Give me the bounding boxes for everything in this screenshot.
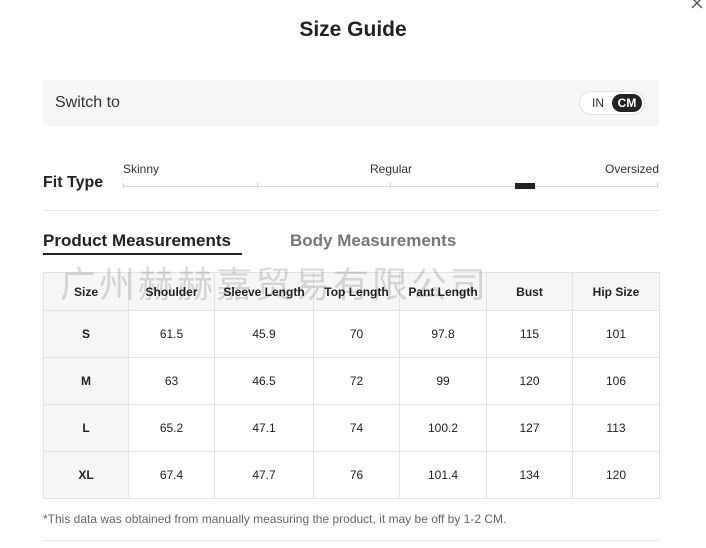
size-table: Size Shoulder Sleeve Length Top Length P… (43, 272, 660, 499)
table-cell: 115 (486, 310, 573, 358)
unit-in-option[interactable]: IN (585, 94, 611, 112)
footer-divider (43, 540, 659, 541)
fit-oversized-label: Oversized (605, 162, 660, 176)
table-cell: 74 (313, 404, 400, 452)
table-cell: 63 (128, 357, 215, 405)
unit-cm-option[interactable]: CM (612, 94, 642, 112)
table-cell: 99 (399, 357, 487, 405)
fit-position-marker (515, 183, 535, 189)
header-top-length: Top Length (313, 272, 400, 311)
table-cell: 47.1 (214, 404, 314, 452)
header-hip-size: Hip Size (572, 272, 660, 311)
unit-toggle[interactable]: IN CM (579, 91, 645, 115)
fit-scale-tick (257, 183, 258, 188)
header-sleeve-length: Sleeve Length (214, 272, 314, 311)
table-cell: 70 (313, 310, 400, 358)
table-cell: 46.5 (214, 357, 314, 405)
table-cell: 127 (486, 404, 573, 452)
table-cell: 113 (572, 404, 660, 452)
table-cell: 47.7 (214, 451, 314, 499)
table-cell: 67.4 (128, 451, 215, 499)
table-cell: 45.9 (214, 310, 314, 358)
size-cell: S (43, 310, 129, 358)
section-divider (43, 210, 659, 211)
table-cell: 120 (486, 357, 573, 405)
table-row: M 63 46.5 72 99 120 106 (43, 357, 660, 405)
measurement-note: *This data was obtained from manually me… (43, 512, 507, 526)
table-cell: 101.4 (399, 451, 487, 499)
table-cell: 61.5 (128, 310, 215, 358)
unit-switch-bar: Switch to (43, 80, 659, 126)
close-icon[interactable] (688, 0, 706, 12)
fit-scale-tick (390, 183, 391, 188)
size-cell: XL (43, 451, 129, 499)
tab-product-measurements[interactable]: Product Measurements (43, 231, 231, 251)
table-cell: 120 (572, 451, 660, 499)
header-bust: Bust (486, 272, 573, 311)
table-cell: 97.8 (399, 310, 487, 358)
table-cell: 72 (313, 357, 400, 405)
table-row: L 65.2 47.1 74 100.2 127 113 (43, 404, 660, 452)
table-cell: 65.2 (128, 404, 215, 452)
size-guide-dialog: Size Guide Switch to IN CM Fit Type Skin… (0, 0, 706, 548)
table-cell: 100.2 (399, 404, 487, 452)
table-cell: 76 (313, 451, 400, 499)
size-cell: L (43, 404, 129, 452)
dialog-title: Size Guide (299, 18, 407, 41)
header-shoulder: Shoulder (128, 272, 215, 311)
table-row: S 61.5 45.9 70 97.8 115 101 (43, 310, 660, 358)
fit-regular-label: Regular (370, 162, 413, 176)
fit-scale-tick (657, 183, 658, 188)
header-pant-length: Pant Length (399, 272, 487, 311)
table-cell: 106 (572, 357, 660, 405)
table-cell: 101 (572, 310, 660, 358)
table-cell: 134 (486, 451, 573, 499)
switch-label: Switch to (55, 94, 120, 111)
fit-scale-tick (123, 183, 124, 188)
active-tab-underline (43, 253, 242, 255)
fit-skinny-label: Skinny (123, 162, 160, 176)
table-header-row: Size Shoulder Sleeve Length Top Length P… (43, 272, 660, 311)
fit-type-label: Fit Type (43, 174, 104, 191)
table-row: XL 67.4 47.7 76 101.4 134 120 (43, 451, 660, 499)
tab-body-measurements[interactable]: Body Measurements (290, 231, 456, 251)
size-cell: M (43, 357, 129, 405)
header-size: Size (43, 272, 129, 311)
